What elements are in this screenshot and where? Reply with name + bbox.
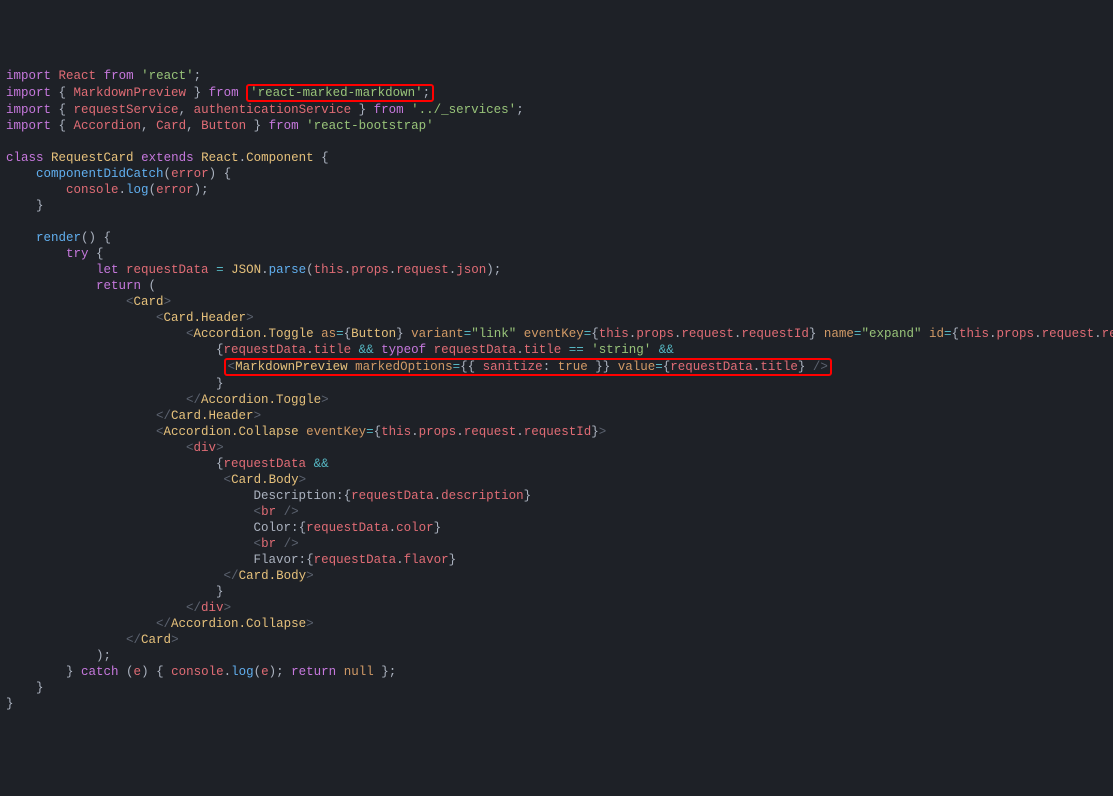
code-line: return ( — [6, 279, 156, 293]
code-line: Flavor:{requestData.flavor} — [6, 553, 456, 567]
code-line: <MarkdownPreview markedOptions={{ saniti… — [6, 360, 832, 374]
code-line: <br /> — [6, 537, 299, 551]
code-line: ); — [6, 649, 111, 663]
code-line: } — [6, 199, 44, 213]
code-line: <Card.Body> — [6, 473, 306, 487]
code-line: <Accordion.Collapse eventKey={this.props… — [6, 425, 606, 439]
code-line: </Card.Body> — [6, 569, 314, 583]
code-line: </div> — [6, 601, 231, 615]
code-line: componentDidCatch(error) { — [6, 167, 231, 181]
code-line: } — [6, 377, 224, 391]
code-line: <br /> — [6, 505, 299, 519]
code-line: <Card> — [6, 295, 171, 309]
code-line: } — [6, 681, 44, 695]
code-line: </Accordion.Toggle> — [6, 393, 329, 407]
code-line: <div> — [6, 441, 224, 455]
code-line: </Accordion.Collapse> — [6, 617, 314, 631]
code-line: class RequestCard extends React.Componen… — [6, 151, 329, 165]
code-line: import { MarkdownPreview } from 'react-m… — [6, 86, 434, 100]
code-line: console.log(error); — [6, 183, 209, 197]
code-line: render() { — [6, 231, 111, 245]
code-editor[interactable]: import React from 'react'; import { Mark… — [6, 68, 1107, 712]
code-line: } — [6, 585, 224, 599]
code-line: let requestData = JSON.parse(this.props.… — [6, 263, 501, 277]
code-line: {requestData.title && typeof requestData… — [6, 343, 674, 357]
code-line: </Card.Header> — [6, 409, 261, 423]
code-line: import React from 'react'; — [6, 69, 201, 83]
code-line: <Card.Header> — [6, 311, 254, 325]
code-line: {requestData && — [6, 457, 329, 471]
code-line: Description:{requestData.description} — [6, 489, 531, 503]
code-line: import { Accordion, Card, Button } from … — [6, 119, 434, 133]
code-line: </Card> — [6, 633, 179, 647]
code-line: <Accordion.Toggle as={Button} variant="l… — [6, 327, 1113, 341]
code-line: import { requestService, authenticationS… — [6, 103, 524, 117]
code-line: } catch (e) { console.log(e); return nul… — [6, 665, 396, 679]
code-line: try { — [6, 247, 104, 261]
highlight-box: <MarkdownPreview markedOptions={{ saniti… — [224, 358, 832, 376]
code-line: Color:{requestData.color} — [6, 521, 441, 535]
code-line: } — [6, 697, 14, 711]
highlight-box: 'react-marked-markdown'; — [246, 84, 434, 102]
